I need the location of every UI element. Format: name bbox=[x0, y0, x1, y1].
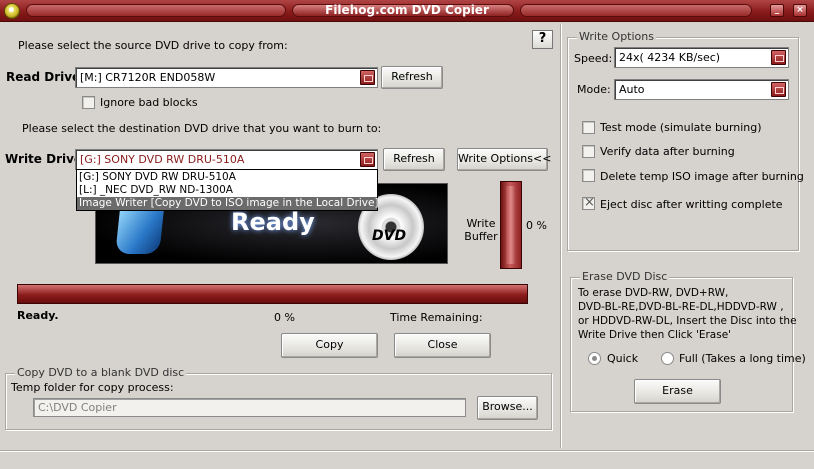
minimize-button[interactable]: _ bbox=[770, 4, 784, 17]
ignore-bad-blocks-label: Ignore bad blocks bbox=[100, 96, 198, 109]
title-bar[interactable]: Filehog.com DVD Copier _ × bbox=[0, 0, 814, 22]
banner-status-text: Ready bbox=[231, 208, 315, 236]
read-drive-label: Read Drive: bbox=[6, 70, 85, 84]
erase-instructions-line1: To erase DVD-RW, DVD+RW, bbox=[578, 287, 729, 299]
chevron-down-icon[interactable] bbox=[360, 70, 375, 85]
mode-label: Mode: bbox=[577, 83, 611, 96]
test-mode-checkbox[interactable] bbox=[582, 121, 595, 134]
erase-instructions-line3: or HDDVD-RW-DL, Insert the Disc into the bbox=[578, 315, 797, 327]
close-button[interactable]: Close bbox=[394, 333, 491, 358]
erase-group-title: Erase DVD Disc bbox=[580, 270, 670, 283]
speed-value: 24x( 4234 KB/sec) bbox=[619, 51, 721, 64]
eject-disc-label: Eject disc after writting complete bbox=[600, 198, 783, 211]
write-buffer-label-line2: Buffer bbox=[464, 230, 498, 243]
copy-progress-bar bbox=[17, 284, 528, 304]
read-refresh-button[interactable]: Refresh bbox=[381, 66, 443, 89]
verify-data-label: Verify data after burning bbox=[600, 145, 735, 158]
mode-select[interactable]: Auto bbox=[614, 79, 789, 100]
full-erase-radio[interactable] bbox=[661, 352, 674, 365]
write-options-group-title: Write Options bbox=[577, 30, 656, 43]
write-buffer-percent: 0 % bbox=[526, 219, 547, 232]
erase-instructions-line4: Write Drive then Click 'Erase' bbox=[578, 329, 732, 341]
time-remaining-label: Time Remaining: bbox=[390, 311, 483, 324]
delete-temp-iso-checkbox[interactable] bbox=[582, 169, 595, 182]
chevron-down-icon[interactable] bbox=[771, 50, 786, 65]
write-drive-select[interactable]: [G:] SONY DVD RW DRU-510A bbox=[75, 149, 378, 170]
erase-button[interactable]: Erase bbox=[634, 379, 721, 404]
eject-disc-checkbox[interactable] bbox=[582, 195, 595, 210]
write-drive-value: [G:] SONY DVD RW DRU-510A bbox=[80, 153, 245, 166]
mode-value: Auto bbox=[619, 83, 645, 96]
ignore-bad-blocks-checkbox[interactable] bbox=[82, 96, 95, 109]
chevron-down-icon[interactable] bbox=[771, 82, 786, 97]
test-mode-label: Test mode (simulate burning) bbox=[600, 121, 762, 134]
bottom-divider bbox=[0, 450, 814, 452]
write-options-group bbox=[567, 37, 799, 251]
write-buffer-meter bbox=[500, 181, 522, 269]
quick-erase-label: Quick bbox=[607, 352, 639, 365]
temp-folder-label: Temp folder for copy process: bbox=[11, 381, 174, 394]
copy-to-blank-group-title: Copy DVD to a blank DVD disc bbox=[15, 366, 187, 379]
full-erase-label: Full (Takes a long time) bbox=[679, 352, 806, 365]
temp-folder-input[interactable]: C:\DVD Copier bbox=[33, 398, 466, 417]
write-options-toggle-button[interactable]: Write Options<< bbox=[457, 148, 551, 171]
dropdown-option[interactable]: [L:] _NEC DVD_RW ND-1300A bbox=[77, 184, 377, 197]
window-title: Filehog.com DVD Copier bbox=[325, 3, 489, 17]
write-buffer-label-line1: Write bbox=[466, 217, 496, 230]
browse-button[interactable]: Browse... bbox=[477, 396, 538, 420]
help-button[interactable]: ? bbox=[532, 30, 553, 49]
chevron-down-icon[interactable] bbox=[360, 152, 375, 167]
status-text: Ready. bbox=[17, 309, 59, 322]
quick-erase-radio[interactable] bbox=[588, 352, 601, 365]
write-refresh-button[interactable]: Refresh bbox=[383, 148, 445, 171]
erase-instructions-line2: DVD-BL-RE,DVD-BL-RE-DL,HDDVD-RW , bbox=[578, 301, 784, 313]
source-prompt: Please select the source DVD drive to co… bbox=[18, 39, 288, 52]
copy-button[interactable]: Copy bbox=[281, 333, 378, 358]
progress-percent: 0 % bbox=[274, 311, 295, 324]
dropdown-option-selected[interactable]: Image Writer [Copy DVD to ISO image in t… bbox=[77, 197, 379, 210]
dropdown-option[interactable]: [G:] SONY DVD RW DRU-510A bbox=[77, 171, 377, 184]
write-drive-dropdown-list[interactable]: [G:] SONY DVD RW DRU-510A [L:] _NEC DVD_… bbox=[76, 169, 379, 211]
panel-divider bbox=[560, 24, 562, 448]
speed-label: Speed: bbox=[574, 52, 613, 65]
verify-data-checkbox[interactable] bbox=[582, 145, 595, 158]
close-window-button[interactable]: × bbox=[793, 4, 807, 17]
delete-temp-iso-label: Delete temp ISO image after burning bbox=[600, 170, 804, 183]
destination-prompt: Please select the destination DVD drive … bbox=[22, 122, 382, 135]
speed-select[interactable]: 24x( 4234 KB/sec) bbox=[614, 47, 789, 68]
dvd-logo: DVD bbox=[372, 228, 407, 244]
read-drive-select[interactable]: [M:] CR7120R END058W bbox=[75, 67, 378, 88]
read-drive-value: [M:] CR7120R END058W bbox=[80, 71, 216, 84]
